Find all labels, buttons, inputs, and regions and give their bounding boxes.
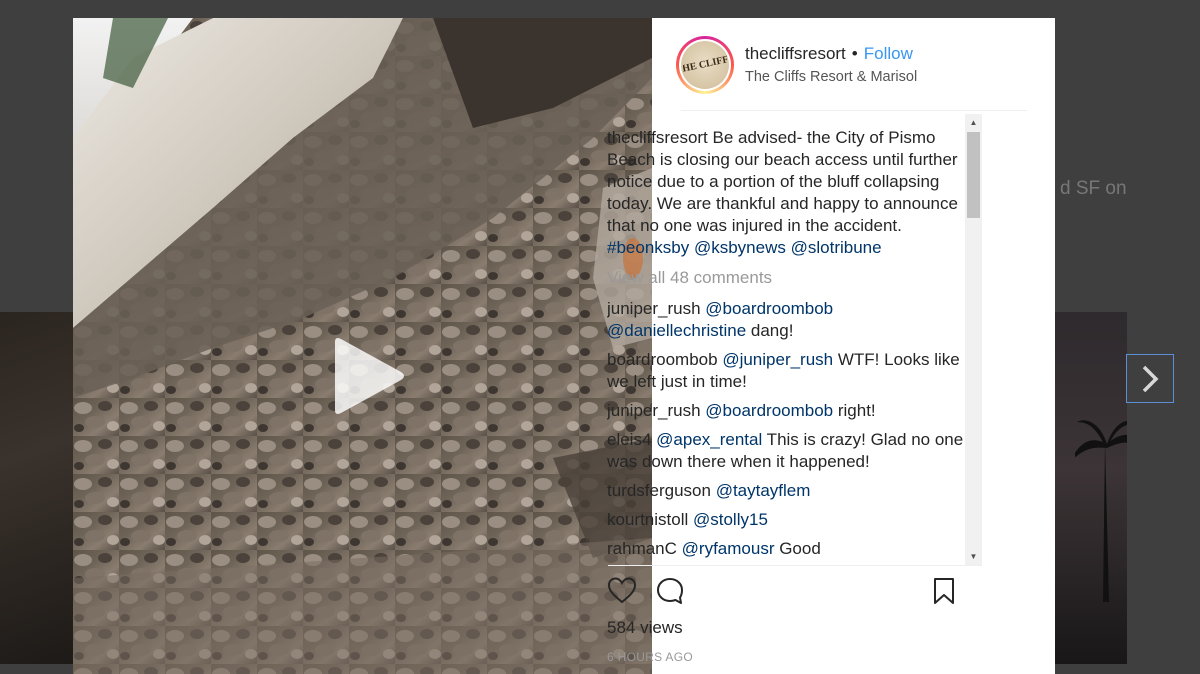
comment-item: turdsferguson @taytayflem bbox=[607, 480, 966, 502]
separator-dot: • bbox=[851, 44, 858, 63]
comment-item: boardroombob @juniper_rush WTF! Looks li… bbox=[607, 349, 966, 393]
caption-username[interactable]: thecliffsresort bbox=[607, 128, 708, 147]
comment-item: rahmanC @ryfamousr Good bbox=[607, 538, 966, 560]
comment-username[interactable]: juniper_rush bbox=[607, 401, 701, 420]
comment-username[interactable]: kourtnistoll bbox=[607, 510, 688, 529]
background-thumbnail-left[interactable] bbox=[0, 312, 74, 664]
comment-text: Good bbox=[774, 539, 821, 558]
follow-button[interactable]: Follow bbox=[864, 44, 913, 64]
scrollbar-thumb[interactable] bbox=[967, 132, 980, 218]
comment-username[interactable]: boardroombob bbox=[607, 350, 718, 369]
hashtag-link[interactable]: #beonksby bbox=[607, 238, 689, 257]
background-text: d SF on bbox=[1060, 178, 1127, 199]
next-post-button[interactable] bbox=[1126, 354, 1174, 403]
play-icon[interactable] bbox=[329, 336, 407, 416]
view-all-comments-link[interactable]: View all 48 comments bbox=[607, 267, 966, 289]
mention-link[interactable]: @boardroombob bbox=[705, 401, 833, 420]
post-header: THE CLIFFS thecliffsresort • Follow The … bbox=[652, 18, 1055, 111]
scroll-up-arrow-icon[interactable]: ▲ bbox=[965, 114, 982, 131]
post-timestamp[interactable]: 6 HOURS AGO bbox=[607, 650, 693, 664]
comment-item: kourtnistoll @stolly15 bbox=[607, 509, 966, 531]
svg-text:THE CLIFFS: THE CLIFFS bbox=[683, 52, 727, 75]
chevron-right-icon bbox=[1142, 365, 1159, 392]
comments-list[interactable]: thecliffsresort Be advised- the City of … bbox=[607, 110, 966, 565]
actions-divider bbox=[608, 565, 982, 566]
heart-icon[interactable] bbox=[607, 576, 637, 606]
comment-text: right! bbox=[833, 401, 876, 420]
bookmark-icon[interactable] bbox=[929, 576, 959, 606]
comment-username[interactable]: eleis4 bbox=[607, 430, 651, 449]
mention-link[interactable]: @stolly15 bbox=[693, 510, 768, 529]
comments-scrollbar[interactable]: ▲ ▼ bbox=[965, 114, 982, 565]
comment-text: dang! bbox=[746, 321, 794, 340]
mention-link[interactable]: @daniellechristine bbox=[607, 321, 746, 340]
avatar[interactable]: THE CLIFFS bbox=[676, 35, 734, 94]
resort-logo-icon: THE CLIFFS bbox=[683, 52, 727, 75]
post-caption: thecliffsresort Be advised- the City of … bbox=[607, 127, 966, 259]
mention-link[interactable]: @slotribune bbox=[791, 238, 882, 257]
comment-username[interactable]: rahmanC bbox=[607, 539, 677, 558]
comment-username[interactable]: turdsferguson bbox=[607, 481, 711, 500]
post-username[interactable]: thecliffsresort bbox=[745, 44, 846, 64]
background-thumbnail-right[interactable] bbox=[1055, 312, 1127, 664]
comment-username[interactable]: juniper_rush bbox=[607, 299, 701, 318]
scroll-down-arrow-icon[interactable]: ▼ bbox=[965, 548, 982, 565]
comment-bubble-icon[interactable] bbox=[655, 576, 685, 606]
comment-item: juniper_rush @boardroombob @daniellechri… bbox=[607, 298, 966, 342]
palm-silhouette bbox=[1075, 420, 1127, 602]
mention-link[interactable]: @taytayflem bbox=[716, 481, 811, 500]
mention-link[interactable]: @apex_rental bbox=[656, 430, 762, 449]
mention-link[interactable]: @ksbynews bbox=[694, 238, 786, 257]
post-actions bbox=[607, 576, 961, 610]
mention-link[interactable]: @boardroombob bbox=[705, 299, 833, 318]
view-count[interactable]: 584 views bbox=[607, 618, 683, 638]
post-location[interactable]: The Cliffs Resort & Marisol bbox=[745, 69, 917, 85]
comment-item: eleis4 @apex_rental This is crazy! Glad … bbox=[607, 429, 966, 473]
mention-link[interactable]: @juniper_rush bbox=[722, 350, 833, 369]
video-player[interactable] bbox=[73, 18, 652, 674]
mention-link[interactable]: @ryfamousr bbox=[682, 539, 775, 558]
comment-item: juniper_rush @boardroombob right! bbox=[607, 400, 966, 422]
